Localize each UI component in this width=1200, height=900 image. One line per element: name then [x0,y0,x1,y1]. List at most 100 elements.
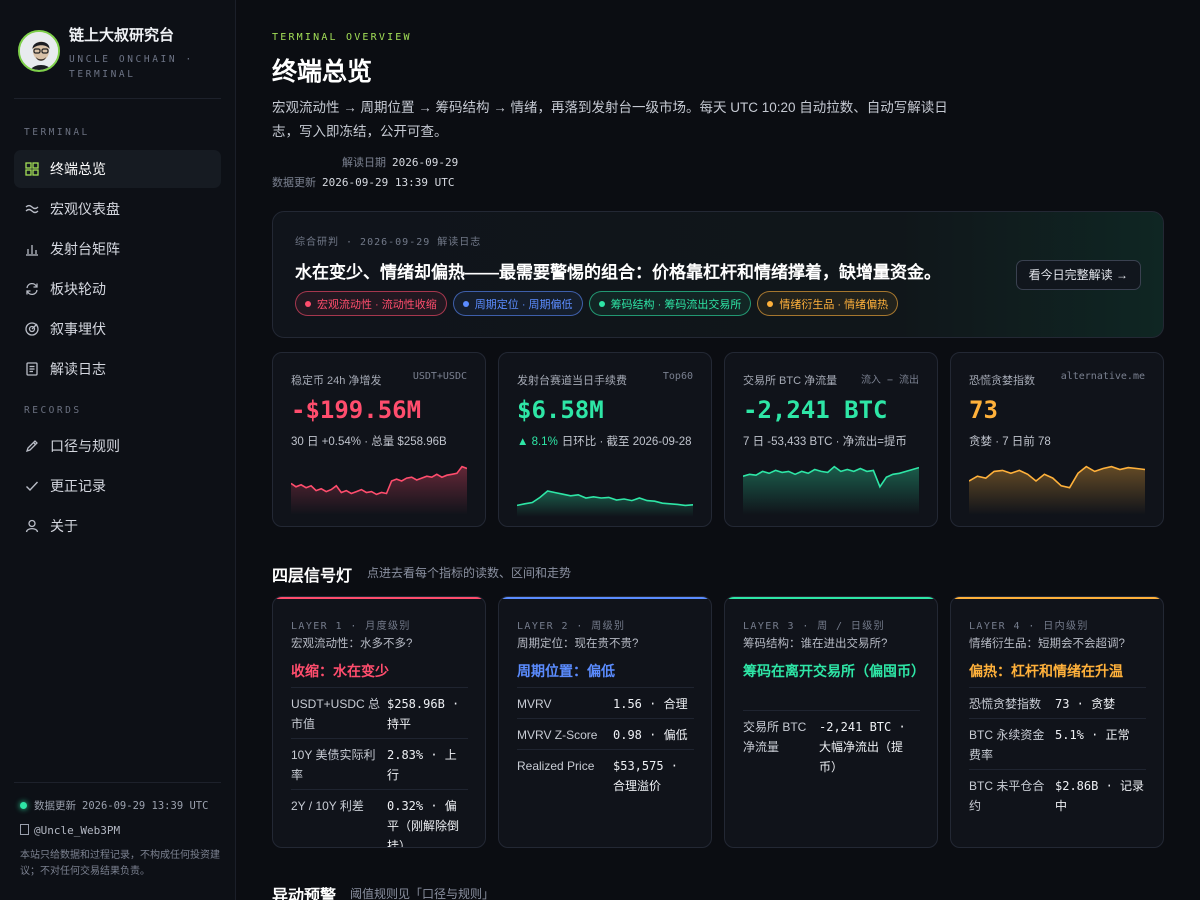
chip-label: 周期定位 · 周期偏低 [474,298,573,311]
metric-sparkline [291,465,467,515]
layer-indicator-row[interactable]: MVRV Z-Score 0.98 · 偏低 [517,718,694,749]
indicator-value: 5.1% · 正常 [1055,728,1130,742]
metric-title: 交易所 BTC 净流量 [743,375,838,387]
chip-dot-icon [305,300,311,307]
chip-label: 筹码结构 · 筹码流出交易所 [610,298,742,311]
layer-indicator-row[interactable]: 2Y / 10Y 利差 0.32% · 偏平（刚解除倒挂） [291,789,468,848]
layer-indicator-row[interactable]: 交易所 BTC 净流量 -2,241 BTC · 大幅净流出（提币） [743,710,920,781]
indicator-value: 1.56 · 合理 [613,697,688,711]
signal-chip[interactable]: 宏观流动性 · 流动性收缩 [295,291,447,316]
metric-card[interactable]: 恐慌贪婪指数 alternative.me 73 贪婪 · 7 日前 78 [950,352,1164,527]
metric-value: -$199.56M [291,396,422,424]
layer-card[interactable]: LAYER 1 · 月度级别 宏观流动性：水多不多? 收缩：水在变少 USDT+USD… [272,596,486,848]
summary-chips: 宏观流动性 · 流动性收缩 周期定位 · 周期偏低 筹码结构 · 筹码流出交易所 情绪… [295,291,904,316]
summary-meta: 综合研判 · 2026-09-29 解读日志 [295,237,482,248]
sidebar-item-overview[interactable]: 终端总览 [14,150,221,188]
grid-icon [25,162,39,176]
layer-card[interactable]: LAYER 2 · 周级别 周期定位：现在贵不贵? 周期位置：偏低 MVRV 1.56 … [498,596,712,848]
signal-chip[interactable]: 周期定位 · 周期偏低 [452,291,583,316]
sidebar-item-rotation[interactable]: 板块轮动 [14,270,221,308]
layer-question: 筹码结构：谁在进出交易所? [743,638,888,650]
check-icon [25,479,39,493]
layer-indicator-row[interactable]: Realized Price $53,575 · 合理溢价 [517,749,694,800]
sidebar-item-about[interactable]: 关于 [14,507,221,545]
twitter-handle-link[interactable]: @Uncle_Web3PM [20,824,120,837]
alerts-section-hint: 阈值规则见「口径与规则」 [350,887,495,900]
layer-card[interactable]: LAYER 4 · 日内级别 情绪衍生品：短期会不会超调? 偏热：杠杆和情绪在升温恐… [950,596,1164,848]
signal-chip[interactable]: 情绪衍生品 · 情绪偏热 [757,291,899,316]
layer-tag: LAYER 4 · 日内级别 [969,621,1089,632]
metric-card[interactable]: 交易所 BTC 净流量 流入 − 流出 -2,241 BTC 7 日 -53,433 … [724,352,938,527]
metric-tag: alternative.me [1060,371,1145,382]
layer-indicator-row[interactable]: BTC 未平仓合约 $2.86B · 记录中 [969,769,1146,820]
indicator-name: 10Y 美债实际利率 [291,748,376,782]
metric-value: 73 [969,396,998,424]
alerts-section-title: 异动预警 [272,888,337,900]
sidebar-item-corrections[interactable]: 更正记录 [14,467,221,505]
metric-subtext: 30 日 +0.54% · 总量 $258.96B [291,433,471,452]
signal-chip[interactable]: 筹码结构 · 筹码流出交易所 [588,291,752,316]
summary-card: 综合研判 · 2026-09-29 解读日志 水在变少、情绪却偏热——最需要警惕… [272,211,1164,338]
sidebar-item-label: 叙事埋伏 [50,321,106,337]
layer-tag: LAYER 3 · 周 / 日级别 [743,621,886,632]
sidebar-item-launchpad[interactable]: 发射台矩阵 [14,230,221,268]
sidebar-item-journal[interactable]: 解读日志 [14,350,221,388]
metric-title: 恐慌贪婪指数 [969,375,1035,387]
pen-icon [25,439,39,453]
status-dot-icon [20,802,27,809]
sidebar-item-label: 发射台矩阵 [50,241,120,257]
sidebar-item-label: 终端总览 [50,161,106,177]
sparkline-area [969,466,1145,515]
metric-change: ▲ 8.1% [517,436,558,448]
metric-sub-label: 7 日 -53,433 BTC · 净流出=提币 [743,436,907,448]
page-title: 终端总览 [272,58,373,86]
summary-title: 水在变少、情绪却偏热——最需要警惕的组合：价格靠杠杆和情绪撑着，缺增量资金。 [295,263,941,282]
layer-indicator-row[interactable]: MVRV 1.56 · 合理 [517,687,694,718]
layer-tag: LAYER 1 · 月度级别 [291,621,411,632]
layer-indicator-list: 恐慌贪婪指数 73 · 贪婪 BTC 永续资金费率 5.1% · 正常 BTC 未平仓合… [969,687,1146,820]
chip-dot-icon [767,300,774,307]
layer-indicator-list: USDT+USDC 总市值 $258.96B · 持平 10Y 美债实际利率 2.83… [291,687,468,848]
layer-accent-bar [273,597,485,599]
indicator-name: Realized Price [517,759,595,773]
sidebar-item-rules[interactable]: 口径与规则 [14,427,221,465]
layer-accent-bar [725,597,937,599]
view-full-report-button[interactable]: 看今日完整解读 → [1015,260,1141,290]
brand[interactable]: 链上大叔研究台 UNCLE ONCHAIN · TERMINAL [18,27,199,82]
layer-verdict: 筹码在离开交易所（偏囤币） [743,663,925,679]
app-root: 链上大叔研究台 UNCLE ONCHAIN · TERMINAL TERMINA… [0,0,1200,900]
metric-sub-label: 日环比 · 截至 2026-09-28 [561,436,692,448]
metric-value: $6.58M [517,396,604,424]
metric-sparkline [743,465,919,515]
status-time: 2026-09-29 13:39 UTC [82,799,209,812]
indicator-value: 0.98 · 偏低 [613,728,688,742]
sidebar-item-label: 解读日志 [50,361,106,377]
indicator-name: BTC 永续资金费率 [969,728,1045,762]
sidebar-item-label: 更正记录 [50,478,106,494]
sidebar-item-macro[interactable]: 宏观仪表盘 [14,190,221,228]
indicator-value: 0.32% · 偏平（刚解除倒挂） [387,799,460,848]
metric-card[interactable]: 稳定币 24h 净增发 USDT+USDC -$199.56M 30 日 +0.54%… [272,352,486,527]
layer-indicator-row[interactable]: USDT+USDC 总市值 $258.96B · 持平 [291,687,468,738]
metric-card[interactable]: 发射台赛道当日手续费 Top60 $6.58M ▲ 8.1% 日环比 · 截至 2026… [498,352,712,527]
layer-accent-bar [951,597,1163,599]
metric-subtext: 7 日 -53,433 BTC · 净流出=提币 [743,433,923,452]
layer-indicator-row[interactable]: 恐慌贪婪指数 73 · 贪婪 [969,687,1146,718]
layer-accent-bar [499,597,711,599]
disclaimer: 本站只给数据和过程记录，不构成任何投资建议；不对任何交易结果负责。 [20,850,220,877]
layer-indicator-row[interactable]: BTC 永续资金费率 5.1% · 正常 [969,718,1146,769]
layer-indicator-row[interactable]: 10Y 美债实际利率 2.83% · 上行 [291,738,468,789]
metric-title: 发射台赛道当日手续费 [517,375,627,387]
x-icon [20,824,29,835]
indicator-name: USDT+USDC 总市值 [291,697,381,731]
chip-dot-icon [462,300,469,307]
sidebar-item-label: 口径与规则 [50,438,120,454]
layer-question: 宏观流动性：水多不多? [291,638,413,650]
user-icon [25,519,39,533]
document-icon [25,362,39,376]
page-description: 宏观流动性 → 周期位置 → 筹码结构 → 情绪，再落到发射台一级市场。每天 U… [272,100,948,139]
read-date: 解读日期 2026-09-29 [342,154,458,170]
indicator-name: BTC 未平仓合约 [969,779,1045,813]
layer-card[interactable]: LAYER 3 · 周 / 日级别 筹码结构：谁在进出交易所? 筹码在离开交易所（偏… [724,596,938,848]
sidebar-item-narrative[interactable]: 叙事埋伏 [14,310,221,348]
